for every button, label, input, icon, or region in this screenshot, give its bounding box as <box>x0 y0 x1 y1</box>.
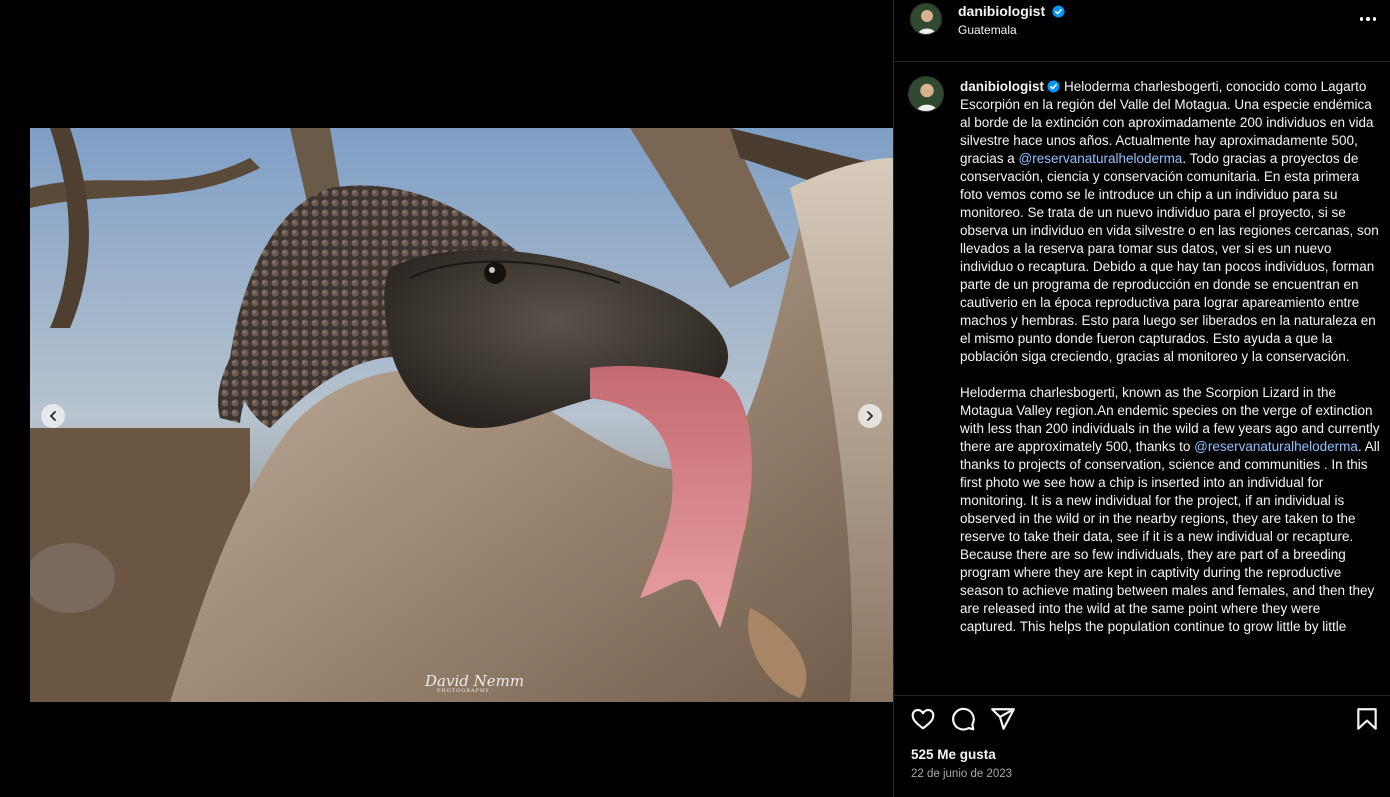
caption-en-part2: . All thanks to projects of conservation… <box>960 439 1384 634</box>
verified-badge-icon <box>1047 80 1060 93</box>
post-caption: danibiologist Heloderma charlesbogerti, c… <box>960 78 1380 636</box>
caption-spanish: danibiologist Heloderma charlesbogerti, c… <box>960 78 1380 366</box>
post-location[interactable]: Guatemala <box>958 23 1017 37</box>
post-actions-bar: 525 Me gusta 22 de junio de 2023 <box>894 695 1390 797</box>
profile-picture <box>909 77 943 111</box>
post-side-panel: danibiologist Guatemala danibiologist Hel… <box>893 0 1390 797</box>
carousel-prev-button[interactable] <box>41 404 65 428</box>
mention-link[interactable]: @reservanaturalheloderma <box>1194 439 1358 454</box>
more-options-button[interactable] <box>1356 10 1380 28</box>
share-icon <box>991 708 1015 730</box>
save-button[interactable] <box>1354 706 1380 732</box>
post-media-panel: David Nemm PHOTOGRAPHY <box>0 0 893 797</box>
avatar[interactable] <box>910 3 942 35</box>
chevron-right-icon <box>867 411 874 421</box>
mention-link[interactable]: @reservanaturalheloderma <box>1019 151 1183 166</box>
more-options-icon <box>1359 17 1364 21</box>
caption-avatar[interactable] <box>908 76 944 112</box>
share-button[interactable] <box>990 706 1016 732</box>
comment-icon <box>952 707 975 731</box>
caption-username-text[interactable]: danibiologist <box>960 79 1044 94</box>
post-username[interactable]: danibiologist <box>958 3 1065 19</box>
post-photo-lizard <box>30 128 893 702</box>
comment-button[interactable] <box>950 706 976 732</box>
bookmark-icon <box>1357 708 1377 730</box>
like-count[interactable]: 525 Me gusta <box>911 747 996 762</box>
verified-badge-icon <box>1052 5 1065 18</box>
like-button[interactable] <box>910 706 936 732</box>
heart-icon <box>911 708 935 730</box>
post-date[interactable]: 22 de junio de 2023 <box>911 768 1012 780</box>
username-text[interactable]: danibiologist <box>958 3 1045 19</box>
carousel-next-button[interactable] <box>858 404 882 428</box>
caption-es-part2: . Todo gracias a proyectos de conservaci… <box>960 151 1383 364</box>
photographer-watermark: David Nemm PHOTOGRAPHY <box>425 672 524 694</box>
chevron-left-icon <box>49 411 56 421</box>
post-header: danibiologist Guatemala <box>894 0 1390 62</box>
caption-english: Heloderma charlesbogerti, known as the S… <box>960 384 1380 636</box>
more-options-icon <box>1372 17 1377 21</box>
profile-picture <box>911 4 941 34</box>
caption-username[interactable]: danibiologist <box>960 79 1060 94</box>
lizard-photo-illustration <box>30 128 893 702</box>
more-options-icon <box>1366 17 1370 21</box>
